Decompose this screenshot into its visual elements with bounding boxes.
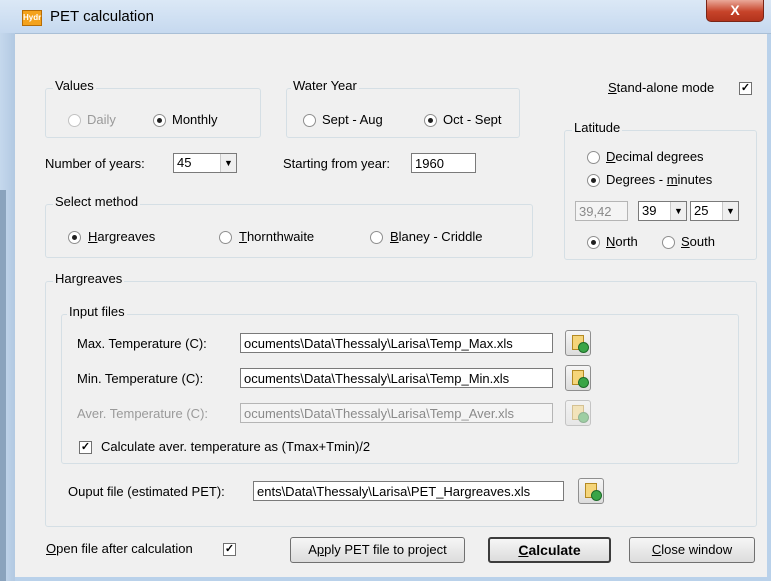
water-year-group-title: Water Year — [291, 78, 359, 93]
decimal-latitude-input[interactable]: 39,42 — [575, 201, 628, 221]
excel-badge-icon — [578, 412, 589, 423]
latitude-minutes-select[interactable]: 25 ▼ — [690, 201, 739, 221]
excel-badge-icon — [578, 377, 589, 388]
chevron-down-icon: ▼ — [722, 202, 738, 220]
number-of-years-label: Number of years: — [45, 156, 145, 171]
browse-output-file-button[interactable] — [578, 478, 604, 504]
select-method-group-title: Select method — [53, 194, 141, 209]
sept-aug-radio-label: Sept - Aug — [322, 112, 383, 127]
blaney-criddle-radio[interactable] — [370, 231, 383, 244]
degrees-minutes-radio[interactable] — [587, 174, 600, 187]
decimal-degrees-label: Decimal degrees — [606, 149, 704, 164]
aver-temperature-file-input[interactable]: ocuments\Data\Thessaly\Larisa\Temp_Aver.… — [240, 403, 553, 423]
standalone-mode-checkbox[interactable]: ✓ — [739, 82, 752, 95]
close-window-x-button[interactable]: X — [706, 0, 764, 22]
daily-radio-label: Daily — [87, 112, 116, 127]
max-temperature-file-input[interactable]: ocuments\Data\Thessaly\Larisa\Temp_Max.x… — [240, 333, 553, 353]
app-icon: Hydr — [22, 10, 42, 26]
open-file-after-calculation-label: Open file after calculation — [46, 541, 193, 556]
standalone-mode-label: Stand-alone mode — [608, 80, 715, 95]
daily-radio[interactable] — [68, 114, 81, 127]
pet-calculation-window: Hydr PET calculation X Values Daily Mont… — [0, 0, 771, 581]
monthly-radio[interactable] — [153, 114, 166, 127]
latitude-group-title: Latitude — [572, 120, 623, 135]
hargreaves-radio[interactable] — [68, 231, 81, 244]
south-radio[interactable] — [662, 236, 675, 249]
dialog-client-area: Values Daily Monthly Water Year Sept - A… — [15, 34, 767, 577]
values-group — [45, 88, 261, 138]
values-group-title: Values — [53, 78, 96, 93]
background-window-strip — [0, 190, 6, 581]
max-temperature-label: Max. Temperature (C): — [77, 336, 207, 351]
decimal-degrees-radio[interactable] — [587, 151, 600, 164]
oct-sept-radio[interactable] — [424, 114, 437, 127]
thornthwaite-radio-label: Thornthwaite — [239, 229, 315, 244]
calc-aver-temperature-checkbox[interactable]: ✓ — [79, 441, 92, 454]
latitude-degrees-select[interactable]: 39 ▼ — [638, 201, 687, 221]
browse-aver-temperature-button[interactable] — [565, 400, 591, 426]
min-temperature-label: Min. Temperature (C): — [77, 371, 204, 386]
oct-sept-radio-label: Oct - Sept — [443, 112, 502, 127]
starting-year-label: Starting from year: — [283, 156, 390, 171]
thornthwaite-radio[interactable] — [219, 231, 232, 244]
chevron-down-icon: ▼ — [670, 202, 686, 220]
window-title: PET calculation — [50, 8, 154, 25]
close-window-button[interactable]: Close window — [629, 537, 755, 563]
latitude-minutes-value: 25 — [694, 203, 709, 218]
min-temperature-file-input[interactable]: ocuments\Data\Thessaly\Larisa\Temp_Min.x… — [240, 368, 553, 388]
latitude-degrees-value: 39 — [642, 203, 657, 218]
output-file-input[interactable]: ents\Data\Thessaly\Larisa\PET_Hargreaves… — [253, 481, 564, 501]
starting-year-input[interactable]: 1960 — [411, 153, 476, 173]
excel-badge-icon — [591, 490, 602, 501]
calc-aver-temperature-label: Calculate aver. temperature as (Tmax+Tmi… — [101, 439, 371, 454]
browse-max-temperature-button[interactable] — [565, 330, 591, 356]
open-file-after-calculation-checkbox[interactable]: ✓ — [223, 543, 236, 556]
north-radio[interactable] — [587, 236, 600, 249]
browse-min-temperature-button[interactable] — [565, 365, 591, 391]
aver-temperature-label: Aver. Temperature (C): — [77, 406, 209, 421]
excel-badge-icon — [578, 342, 589, 353]
number-of-years-value: 45 — [177, 155, 192, 170]
title-bar[interactable]: Hydr PET calculation X — [0, 0, 771, 34]
input-files-group-title: Input files — [67, 304, 127, 319]
sept-aug-radio[interactable] — [303, 114, 316, 127]
monthly-radio-label: Monthly — [172, 112, 218, 127]
hargreaves-group-title: Hargreaves — [53, 271, 125, 286]
blaney-criddle-radio-label: Blaney - Criddle — [390, 229, 483, 244]
apply-pet-file-button[interactable]: Apply PET file to project — [290, 537, 465, 563]
chevron-down-icon: ▼ — [220, 154, 236, 172]
number-of-years-select[interactable]: 45 ▼ — [173, 153, 237, 173]
output-file-label: Ouput file (estimated PET): — [68, 484, 225, 499]
south-radio-label: South — [681, 234, 715, 249]
calculate-button[interactable]: Calculate — [488, 537, 611, 563]
hargreaves-radio-label: Hargreaves — [88, 229, 156, 244]
degrees-minutes-label: Degrees - minutes — [606, 172, 713, 187]
north-radio-label: North — [606, 234, 638, 249]
